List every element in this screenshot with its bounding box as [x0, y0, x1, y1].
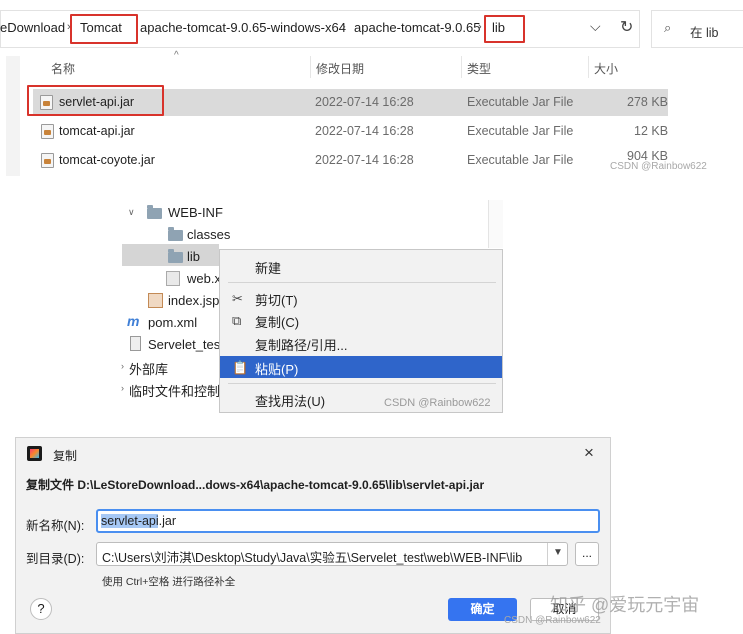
- scissors-icon: ✂: [232, 291, 243, 306]
- maven-icon: m: [127, 313, 140, 329]
- breadcrumb-separator-icon: ›: [342, 21, 346, 33]
- new-name-label: 新名称(N):: [26, 519, 85, 533]
- target-dir-field[interactable]: C:\Users\刘沛淇\Desktop\Study\Java\实验五\Serv…: [96, 542, 568, 566]
- menu-item-label: 查找用法(U): [255, 394, 326, 409]
- nav-pane-edge: [6, 56, 20, 176]
- tree-item-pom-xml[interactable]: pom.xml: [148, 315, 197, 330]
- breadcrumb-tomcat-x64[interactable]: apache-tomcat-9.0.65-windows-x64: [140, 20, 346, 35]
- menu-separator: [228, 282, 496, 283]
- column-header-date[interactable]: 修改日期: [316, 60, 364, 77]
- close-icon[interactable]: ×: [584, 443, 594, 463]
- highlight-box: [27, 85, 164, 116]
- column-divider[interactable]: [588, 56, 589, 78]
- menu-item-label: 新建: [255, 261, 282, 276]
- column-divider[interactable]: [461, 56, 462, 78]
- tree-item-servelet-test[interactable]: Servelet_tes: [148, 337, 220, 352]
- target-dir-label: 到目录(D):: [26, 552, 85, 566]
- menu-item-label: 复制路径/引用...: [255, 338, 348, 353]
- jsp-file-icon: [148, 293, 163, 308]
- watermark: CSDN @Rainbow622: [384, 397, 491, 409]
- column-header-type[interactable]: 类型: [467, 60, 491, 77]
- help-button[interactable]: ?: [30, 598, 52, 620]
- triangle-down-icon: ▼: [553, 547, 563, 558]
- dropdown-button[interactable]: ▼: [547, 543, 567, 565]
- chevron-down-icon[interactable]: ∨: [128, 207, 135, 218]
- folder-icon: [168, 249, 183, 263]
- menu-item-label: 复制(C): [255, 315, 300, 330]
- clipboard-icon: 📋: [232, 360, 249, 375]
- column-divider[interactable]: [310, 56, 311, 78]
- file-icon: [130, 336, 141, 351]
- dialog-title: 复制: [53, 449, 78, 463]
- file-type: Executable Jar File: [467, 95, 574, 109]
- tree-item-index-jsp[interactable]: index.jsp: [168, 293, 219, 308]
- search-placeholder: 在 lib: [690, 26, 719, 40]
- search-icon: ⌕: [664, 20, 672, 35]
- chevron-right-icon[interactable]: ›: [121, 361, 124, 371]
- tree-item-lib[interactable]: lib: [187, 249, 200, 264]
- file-date: 2022-07-14 16:28: [315, 95, 414, 109]
- copy-dialog: 复制 × 复制文件 D:\LeStoreDownload...dows-x64\…: [15, 437, 699, 634]
- breadcrumb-edownload[interactable]: eDownload: [0, 20, 65, 35]
- file-type: Executable Jar File: [467, 153, 574, 167]
- menu-item-copy[interactable]: ⧉ 复制(C): [220, 309, 502, 331]
- menu-item-paste[interactable]: 📋 粘贴(P): [220, 356, 502, 378]
- table-row[interactable]: tomcat-api.jar 2022-07-14 16:28 Executab…: [33, 118, 668, 145]
- tree-item-web-xml[interactable]: web.x: [187, 271, 221, 286]
- menu-item-label: 粘贴(P): [255, 362, 299, 377]
- new-name-field[interactable]: servlet-api.jar: [96, 509, 600, 533]
- breadcrumb-lib[interactable]: lib: [492, 20, 505, 35]
- menu-item-label: 剪切(T): [255, 293, 298, 308]
- menu-item-cut[interactable]: ✂ 剪切(T): [220, 287, 502, 309]
- file-date: 2022-07-14 16:28: [315, 124, 414, 138]
- breadcrumb-tomcat[interactable]: Tomcat: [80, 20, 122, 35]
- scrollbar[interactable]: [488, 200, 503, 248]
- xml-file-icon: [166, 271, 180, 286]
- column-header-name[interactable]: 名称: [51, 60, 75, 77]
- target-dir-input[interactable]: C:\Users\刘沛淇\Desktop\Study\Java\实验五\Serv…: [102, 547, 522, 566]
- file-size: 278 KB: [627, 95, 669, 109]
- file-size: 12 KB: [634, 124, 669, 138]
- file-name: tomcat-coyote.jar: [59, 153, 155, 167]
- zhihu-watermark: 知乎 @爱玩元宇宙: [550, 595, 700, 615]
- tree-item-classes[interactable]: classes: [187, 227, 230, 242]
- file-type: Executable Jar File: [467, 124, 574, 138]
- file-date: 2022-07-14 16:28: [315, 153, 414, 167]
- copy-icon: ⧉: [232, 313, 242, 328]
- watermark: CSDN @Rainbow622: [504, 615, 601, 626]
- jar-file-icon: [41, 124, 54, 139]
- breadcrumb-tomcat-9[interactable]: apache-tomcat-9.0.65: [354, 20, 480, 35]
- refresh-icon[interactable]: ↻: [620, 17, 633, 37]
- tree-item-external-libs[interactable]: 外部库: [129, 359, 168, 378]
- table-row[interactable]: tomcat-coyote.jar 2022-07-14 16:28 Execu…: [33, 147, 668, 174]
- menu-item-new[interactable]: 新建: [220, 255, 502, 277]
- new-name-input[interactable]: servlet-api.jar: [101, 514, 176, 528]
- tree-item-web-inf[interactable]: WEB-INF: [168, 205, 223, 220]
- path-completion-hint: 使用 Ctrl+空格 进行路径补全: [102, 576, 236, 588]
- file-explorer: eDownload › Tomcat apache-tomcat-9.0.65-…: [0, 0, 743, 178]
- watermark: CSDN @Rainbow622: [610, 161, 707, 172]
- chevron-down-icon[interactable]: ⌵: [590, 18, 601, 35]
- context-menu: 新建 ✂ 剪切(T) ⧉ 复制(C) 复制路径/引用... 📋 粘贴(P) 查找…: [219, 249, 503, 413]
- intellij-logo-icon: [27, 446, 42, 461]
- menu-separator: [228, 383, 496, 384]
- browse-button[interactable]: ...: [575, 542, 599, 566]
- sort-up-icon: ^: [174, 50, 179, 61]
- chevron-right-icon[interactable]: ›: [121, 383, 124, 393]
- file-name: tomcat-api.jar: [59, 124, 135, 138]
- breadcrumb-separator-icon: ›: [478, 21, 482, 33]
- jar-file-icon: [41, 153, 54, 168]
- search-box[interactable]: ⌕ 在 lib: [651, 10, 743, 48]
- dialog-heading: 复制文件 D:\LeStoreDownload...dows-x64\apach…: [26, 478, 485, 492]
- menu-item-copy-path[interactable]: 复制路径/引用...: [220, 332, 502, 354]
- folder-icon: [147, 205, 162, 219]
- column-header-size[interactable]: 大小: [594, 60, 618, 77]
- folder-icon: [168, 227, 183, 241]
- tree-item-scratches[interactable]: 临时文件和控制: [129, 381, 220, 400]
